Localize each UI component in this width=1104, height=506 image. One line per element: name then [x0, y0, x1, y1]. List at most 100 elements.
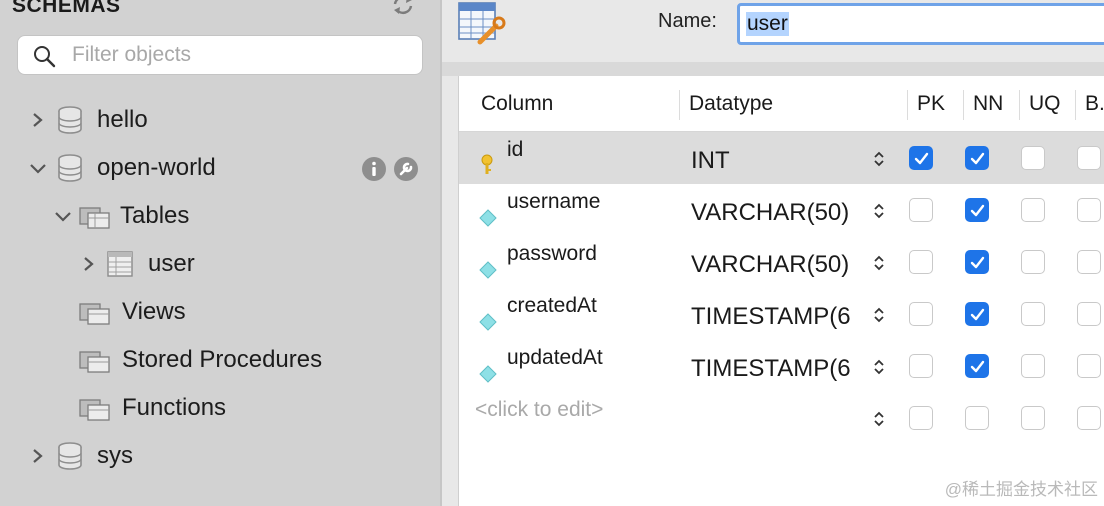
- column-datatype[interactable]: TIMESTAMP(6: [691, 303, 869, 331]
- column-name[interactable]: password: [507, 242, 597, 266]
- chevron-right-icon[interactable]: [78, 253, 100, 275]
- column-name[interactable]: username: [507, 190, 600, 214]
- header-b[interactable]: B.: [1085, 92, 1104, 116]
- nn-checkbox[interactable]: [965, 302, 989, 326]
- column-datatype[interactable]: VARCHAR(50): [691, 199, 869, 227]
- datatype-stepper-icon[interactable]: [871, 408, 887, 430]
- schema-open-world[interactable]: open-world: [27, 146, 427, 190]
- tree-item-tables[interactable]: Tables: [52, 194, 189, 238]
- table-name-input[interactable]: user: [737, 3, 1104, 45]
- tree-item-user-table[interactable]: user: [78, 242, 195, 286]
- nn-checkbox[interactable]: [965, 406, 989, 430]
- datatype-stepper-icon[interactable]: [871, 200, 887, 222]
- datatype-stepper-icon[interactable]: [871, 356, 887, 378]
- info-icon[interactable]: [361, 156, 387, 182]
- column-row[interactable]: password VARCHAR(50): [459, 236, 1104, 288]
- chevron-down-icon[interactable]: [52, 205, 74, 227]
- chevron-right-icon[interactable]: [27, 109, 49, 131]
- tree-item-functions[interactable]: Functions: [78, 386, 226, 430]
- datatype-stepper-icon[interactable]: [871, 304, 887, 326]
- column-name[interactable]: updatedAt: [507, 346, 603, 370]
- column-name[interactable]: id: [507, 138, 523, 162]
- column-datatype[interactable]: INT: [691, 147, 869, 175]
- name-label: Name:: [658, 10, 717, 32]
- b-checkbox[interactable]: [1077, 250, 1101, 274]
- click-to-edit-placeholder[interactable]: <click to edit>: [475, 398, 603, 422]
- nn-checkbox[interactable]: [965, 146, 989, 170]
- column-datatype[interactable]: TIMESTAMP(6: [691, 355, 869, 383]
- wrench-icon[interactable]: [393, 156, 419, 182]
- header-uq[interactable]: UQ: [1029, 92, 1061, 116]
- column-datatype[interactable]: VARCHAR(50): [691, 251, 869, 279]
- uq-checkbox[interactable]: [1021, 406, 1045, 430]
- table-editor: Name: user Column Datatype PK NN UQ B. i…: [442, 0, 1104, 506]
- uq-checkbox[interactable]: [1021, 146, 1045, 170]
- header-nn[interactable]: NN: [973, 92, 1003, 116]
- chevron-right-icon[interactable]: [27, 445, 49, 467]
- tables-folder-icon: [79, 207, 110, 229]
- filter-objects-input[interactable]: [72, 40, 412, 70]
- chevron-down-icon[interactable]: [27, 157, 49, 179]
- column-row[interactable]: updatedAt TIMESTAMP(6: [459, 340, 1104, 392]
- pk-checkbox[interactable]: [909, 302, 933, 326]
- pk-checkbox[interactable]: [909, 406, 933, 430]
- columns-grid: Column Datatype PK NN UQ B. id INT usernam…: [458, 76, 1104, 506]
- column-diamond-icon: [479, 313, 497, 331]
- tree-label-views: Views: [122, 298, 186, 325]
- tree-label-stored-procedures: Stored Procedures: [122, 346, 323, 373]
- database-icon: [58, 442, 82, 470]
- tree-item-views[interactable]: Views: [78, 290, 186, 334]
- header-divider: [1019, 90, 1020, 120]
- column-diamond-icon: [479, 365, 497, 383]
- header-divider: [907, 90, 908, 120]
- schema-sys[interactable]: sys: [27, 434, 133, 478]
- b-checkbox[interactable]: [1077, 354, 1101, 378]
- schema-label-open-world: open-world: [97, 154, 216, 181]
- views-folder-icon: [79, 303, 110, 325]
- table-editor-icon: [458, 2, 506, 45]
- column-row[interactable]: createdAt TIMESTAMP(6: [459, 288, 1104, 340]
- search-icon: [34, 46, 56, 68]
- filter-search-box: [17, 35, 423, 75]
- header-datatype[interactable]: Datatype: [689, 92, 773, 116]
- tree-label-tables: Tables: [120, 202, 190, 229]
- nn-checkbox[interactable]: [965, 198, 989, 222]
- refresh-icon[interactable]: [390, 0, 416, 16]
- pk-checkbox[interactable]: [909, 354, 933, 378]
- grid-header: Column Datatype PK NN UQ B.: [459, 76, 1104, 132]
- pk-checkbox[interactable]: [909, 250, 933, 274]
- b-checkbox[interactable]: [1077, 406, 1101, 430]
- new-column-row[interactable]: <click to edit>: [459, 392, 1104, 444]
- b-checkbox[interactable]: [1077, 198, 1101, 222]
- column-row[interactable]: id INT: [459, 132, 1104, 184]
- tree-label-user: user: [148, 250, 195, 277]
- app-window: SCHEMAS hello: [0, 0, 1104, 506]
- uq-checkbox[interactable]: [1021, 354, 1045, 378]
- uq-checkbox[interactable]: [1021, 198, 1045, 222]
- tree-item-stored-procedures[interactable]: Stored Procedures: [78, 338, 322, 382]
- b-checkbox[interactable]: [1077, 146, 1101, 170]
- column-row[interactable]: username VARCHAR(50): [459, 184, 1104, 236]
- uq-checkbox[interactable]: [1021, 250, 1045, 274]
- header-pk[interactable]: PK: [917, 92, 945, 116]
- pk-checkbox[interactable]: [909, 146, 933, 170]
- table-name-value: user: [746, 12, 789, 36]
- b-checkbox[interactable]: [1077, 302, 1101, 326]
- functions-folder-icon: [79, 399, 110, 421]
- watermark: @稀土掘金技术社区: [944, 480, 1098, 499]
- datatype-stepper-icon[interactable]: [871, 252, 887, 274]
- pk-checkbox[interactable]: [909, 198, 933, 222]
- table-icon: [107, 251, 133, 277]
- schema-sidebar: SCHEMAS hello: [0, 0, 440, 506]
- tree-label-functions: Functions: [122, 394, 227, 421]
- schema-hello[interactable]: hello: [27, 98, 148, 142]
- nn-checkbox[interactable]: [965, 250, 989, 274]
- column-name[interactable]: createdAt: [507, 294, 597, 318]
- key-icon: [481, 154, 493, 174]
- nn-checkbox[interactable]: [965, 354, 989, 378]
- editor-separator: [442, 62, 1104, 76]
- header-column[interactable]: Column: [481, 92, 553, 116]
- uq-checkbox[interactable]: [1021, 302, 1045, 326]
- datatype-stepper-icon[interactable]: [871, 148, 887, 170]
- schema-label-sys: sys: [97, 442, 133, 469]
